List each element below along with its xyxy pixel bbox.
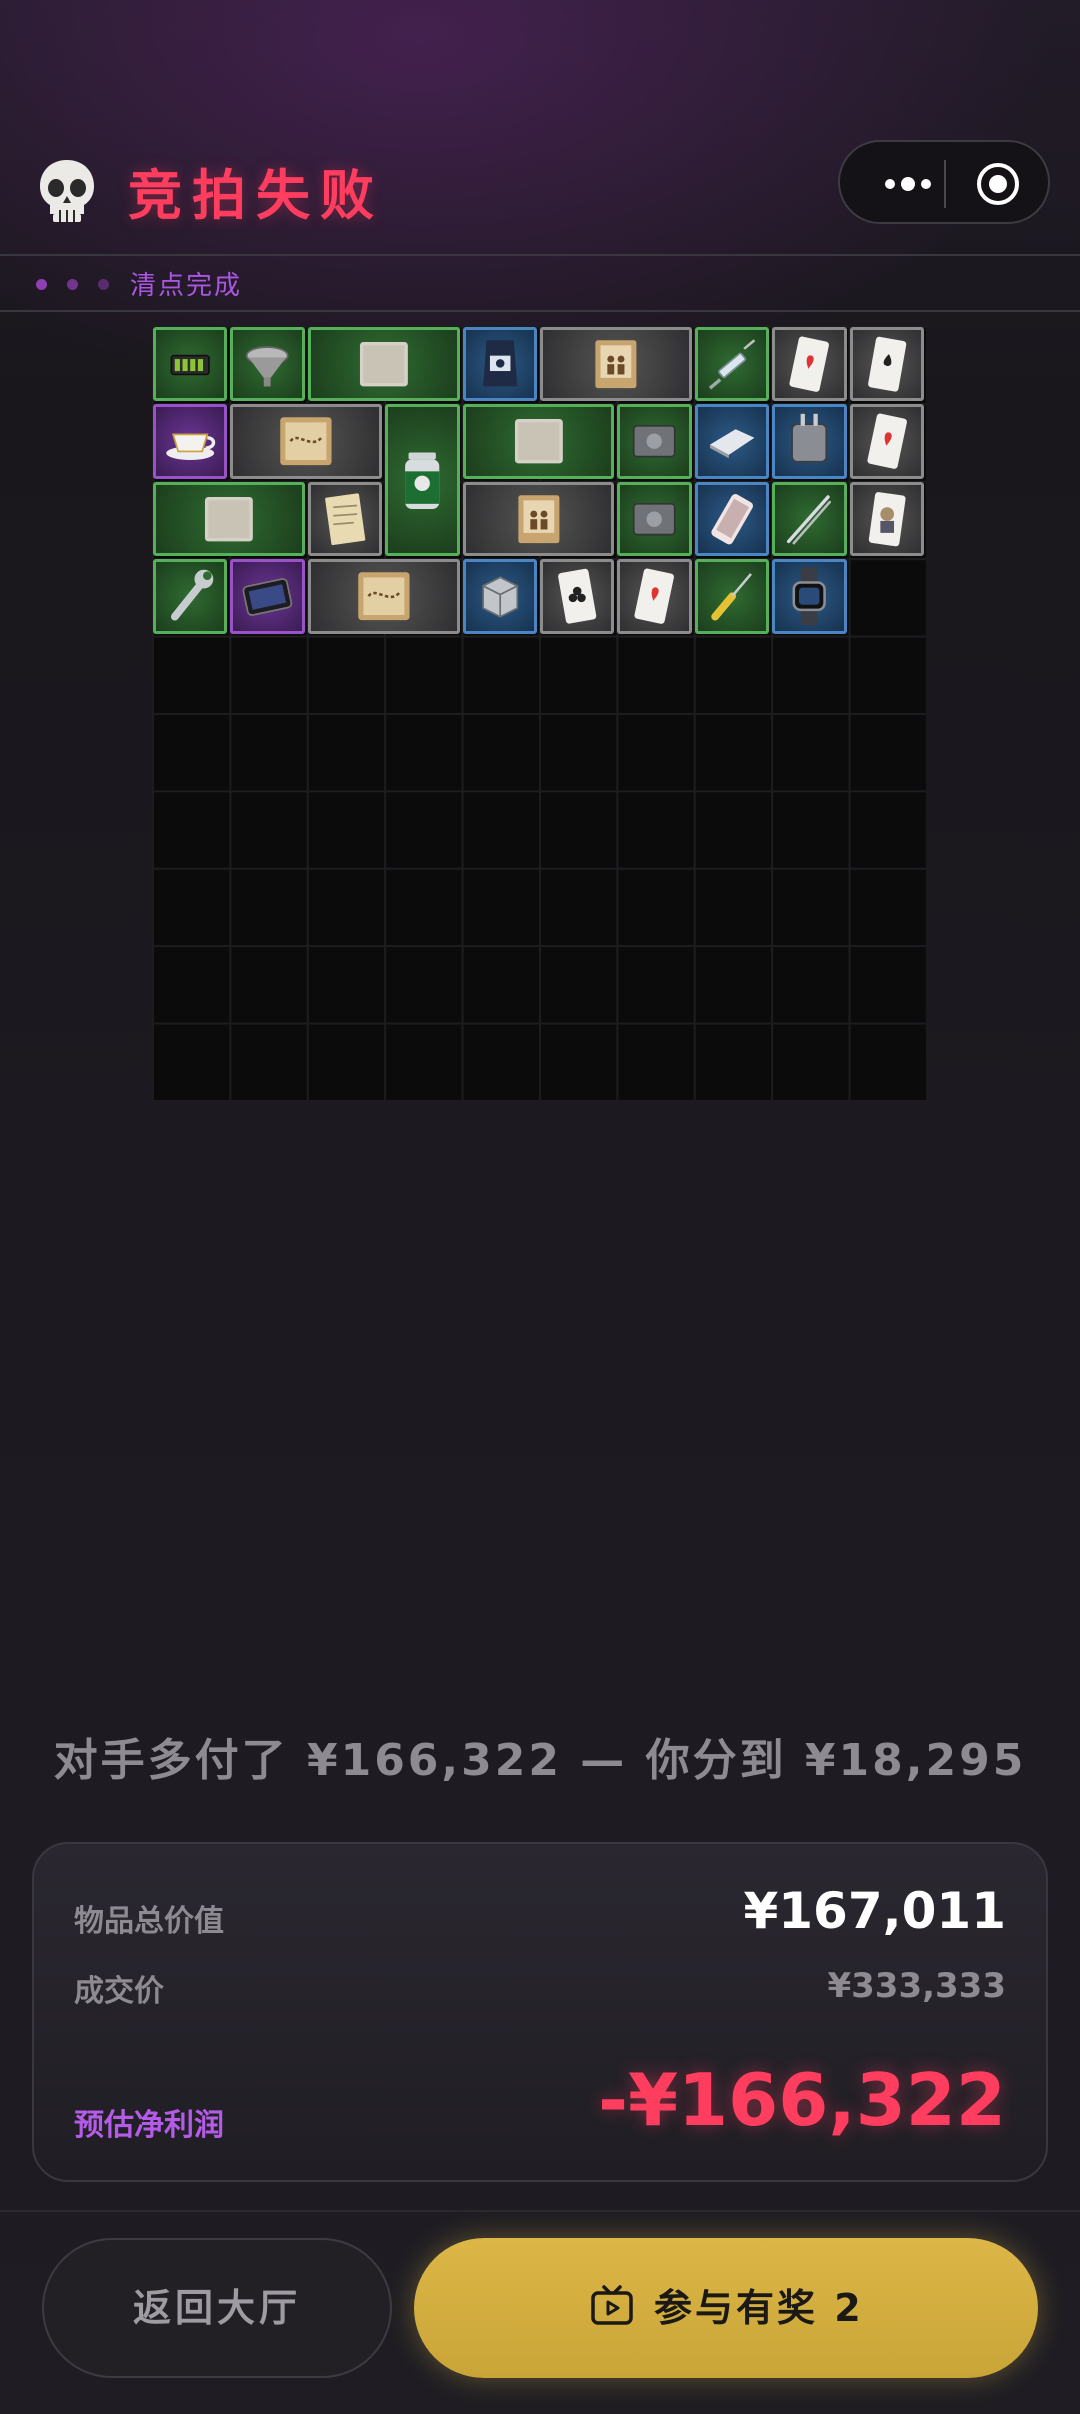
status-text: 清点完成 bbox=[130, 271, 243, 301]
step-dot bbox=[36, 279, 47, 290]
header-divider bbox=[0, 254, 1080, 256]
join-reward-label: 参与有奖 2 bbox=[654, 2286, 864, 2330]
back-to-lobby-button[interactable]: 返回大厅 bbox=[42, 2238, 392, 2378]
inventory-item-playing-card-hearts[interactable] bbox=[772, 327, 847, 402]
inventory-item-hard-drive[interactable] bbox=[617, 481, 692, 557]
total-value-label: 物品总价值 bbox=[74, 1904, 224, 1939]
inventory-item-old-parchment[interactable] bbox=[153, 481, 305, 557]
page-title: 竞拍失败 bbox=[128, 164, 384, 227]
bottom-divider bbox=[0, 2210, 1080, 2212]
inventory-item-playing-card-face[interactable] bbox=[849, 481, 924, 557]
inventory-item-spray-can[interactable] bbox=[385, 404, 460, 557]
inventory-item-note-paper[interactable] bbox=[307, 481, 383, 557]
inventory-item-old-parchment[interactable] bbox=[307, 327, 460, 402]
net-profit-value: -¥166,322 bbox=[598, 2058, 1006, 2142]
inventory-item-sepia-photo[interactable] bbox=[540, 327, 692, 402]
inventory-item-treasure-map[interactable] bbox=[307, 559, 460, 634]
inventory-item-sepia-photo[interactable] bbox=[462, 481, 615, 557]
net-profit-label: 预估净利润 bbox=[74, 2108, 224, 2143]
step-dot bbox=[98, 279, 109, 290]
inventory-item-battery-pack[interactable] bbox=[153, 327, 228, 402]
capsule-divider bbox=[944, 160, 946, 208]
result-summary: 对手多付了 ¥166,322 — 你分到 ¥18,295 bbox=[53, 1735, 1027, 1786]
inventory-item-wrench[interactable] bbox=[153, 559, 228, 634]
status-divider bbox=[0, 310, 1080, 312]
deal-price-label: 成交价 bbox=[74, 1974, 164, 2009]
result-card: 物品总价值 ¥167,011 成交价 ¥333,333 预估净利润 -¥166,… bbox=[32, 1842, 1048, 2182]
inventory-item-coffee-bag[interactable] bbox=[462, 327, 537, 402]
inventory-item-metal-cube[interactable] bbox=[462, 559, 537, 634]
inventory-item-hard-drive[interactable] bbox=[617, 404, 692, 479]
total-value: ¥167,011 bbox=[743, 1882, 1006, 1940]
status-strip: 清点完成 bbox=[0, 258, 1080, 310]
miniprogram-capsule bbox=[838, 140, 1050, 224]
tv-icon bbox=[591, 2285, 633, 2325]
inventory-item-tablet[interactable] bbox=[230, 559, 305, 634]
target-icon[interactable] bbox=[974, 160, 1022, 208]
inventory-item-teacup[interactable] bbox=[153, 404, 228, 479]
inventory-item-treasure-map[interactable] bbox=[230, 404, 383, 479]
inventory-item-old-parchment[interactable] bbox=[462, 404, 615, 479]
header: 竞拍失败 bbox=[0, 140, 1080, 256]
auction-result-page: 竞拍失败 清点完成 对手多付了 ¥166,322 — 你分到 ¥18,295 物… bbox=[0, 0, 1080, 2414]
deal-price: ¥333,333 bbox=[827, 1966, 1006, 2006]
skull-icon bbox=[40, 160, 94, 222]
inventory-item-tweezers[interactable] bbox=[772, 481, 847, 557]
join-reward-button[interactable]: 参与有奖 2 bbox=[414, 2238, 1038, 2378]
inventory-item-syringe[interactable] bbox=[694, 327, 770, 402]
inventory-item-metal-funnel[interactable] bbox=[230, 327, 305, 402]
inventory-item-playing-card-clubs[interactable] bbox=[540, 559, 615, 634]
inventory-item-screwdriver[interactable] bbox=[694, 559, 770, 634]
inventory-item-playing-card-hearts[interactable] bbox=[617, 559, 692, 634]
inventory-item-metal-plate[interactable] bbox=[694, 404, 770, 479]
more-dots-icon[interactable] bbox=[868, 166, 948, 202]
inventory-item-playing-card-spades[interactable] bbox=[849, 327, 924, 402]
inventory-item-smartphone[interactable] bbox=[694, 481, 770, 557]
inventory-item-power-adapter[interactable] bbox=[772, 404, 847, 479]
inventory-grid bbox=[152, 326, 926, 1100]
inventory-item-playing-card-hearts[interactable] bbox=[849, 404, 924, 479]
inventory-item-smartwatch[interactable] bbox=[772, 559, 847, 634]
step-dot bbox=[67, 279, 78, 290]
